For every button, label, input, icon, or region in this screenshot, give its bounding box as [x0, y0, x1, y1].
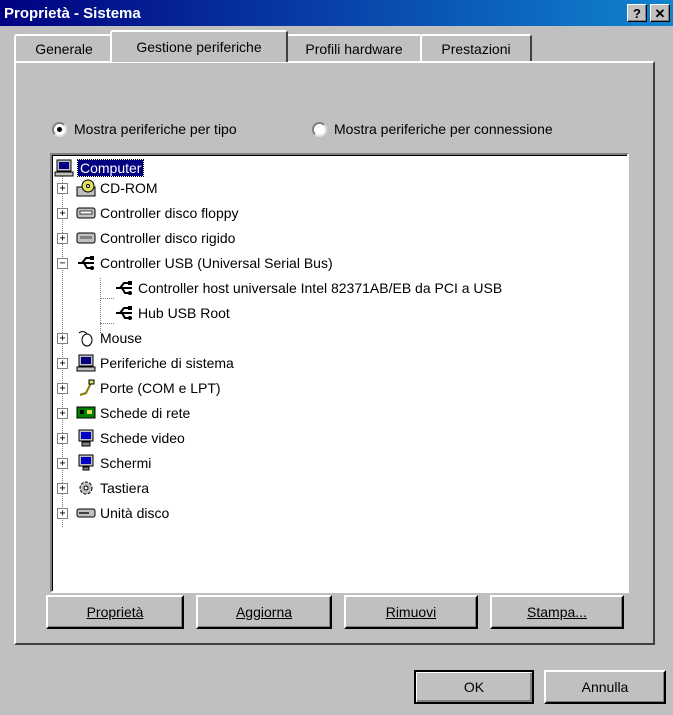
window-title: Proprietà - Sistema: [4, 4, 141, 22]
expand-icon[interactable]: +: [57, 183, 68, 194]
tree-item-label: Tastiera: [100, 480, 150, 496]
tree-item[interactable]: CD-ROM: [76, 177, 158, 199]
tree-item[interactable]: Controller USB (Universal Serial Bus): [76, 252, 333, 274]
device-manager-panel: Mostra periferiche per tipo Mostra perif…: [14, 61, 655, 645]
tree-child-item[interactable]: Hub USB Root: [114, 302, 230, 324]
tab-prestazioni[interactable]: Prestazioni: [420, 34, 532, 62]
tree-item[interactable]: Periferiche di sistema: [76, 352, 234, 374]
properties-label: Proprietà: [86, 604, 144, 620]
expand-icon[interactable]: +: [57, 458, 68, 469]
system-devices-icon: [76, 354, 96, 372]
tab-generale[interactable]: Generale: [14, 34, 114, 62]
tree-item-label: Porte (COM e LPT): [100, 380, 221, 396]
expand-icon[interactable]: +: [57, 433, 68, 444]
tree-item-label: Unità disco: [100, 505, 170, 521]
tab-gestione-periferiche[interactable]: Gestione periferiche: [110, 30, 288, 62]
ports-icon: [79, 379, 95, 396]
video-card-icon: [78, 429, 94, 447]
print-label: Stampa...: [527, 604, 587, 620]
expand-icon[interactable]: +: [57, 483, 68, 494]
floppy-controller-icon: [76, 207, 96, 219]
tree-item[interactable]: Schermi: [76, 452, 151, 474]
tree-item[interactable]: Mouse: [76, 327, 142, 349]
tree-item-label: CD-ROM: [100, 180, 158, 196]
radio-by-connection[interactable]: [312, 121, 327, 137]
usb-icon: [116, 281, 132, 295]
remove-label: Rimuovi: [385, 604, 437, 620]
cancel-button[interactable]: Annulla: [544, 670, 666, 704]
usb-icon: [116, 306, 132, 320]
tree-root-computer[interactable]: Computer: [54, 157, 145, 179]
computer-icon: [54, 159, 74, 177]
tree-item-label: Controller USB (Universal Serial Bus): [100, 255, 333, 271]
tree-item[interactable]: Controller disco floppy: [76, 202, 239, 224]
tree-line: [100, 298, 114, 299]
tree-item-label: Schermi: [100, 455, 152, 471]
refresh-label: Aggiorna: [235, 604, 293, 620]
disk-drive-icon: [76, 508, 96, 518]
cancel-label: Annulla: [581, 679, 629, 695]
tree-item-label: Periferiche di sistema: [100, 355, 234, 371]
collapse-icon[interactable]: −: [57, 258, 68, 269]
tab-profili-hardware[interactable]: Profili hardware: [286, 34, 422, 62]
expand-icon[interactable]: +: [57, 233, 68, 244]
tree-item[interactable]: Unità disco: [76, 502, 169, 524]
close-button[interactable]: ✕: [650, 4, 670, 22]
mouse-icon: [78, 331, 93, 347]
tree-child-item[interactable]: Controller host universale Intel 82371AB…: [114, 277, 502, 299]
view-by-type-option[interactable]: Mostra periferiche per tipo: [52, 121, 237, 137]
tree-item[interactable]: Porte (COM e LPT): [76, 377, 221, 399]
tree-item[interactable]: Schede di rete: [76, 402, 190, 424]
ok-button[interactable]: OK: [414, 670, 534, 704]
tree-root-label: Computer: [76, 159, 145, 177]
usb-icon: [78, 256, 94, 270]
tree-item-label: Controller disco rigido: [100, 230, 236, 246]
expand-icon[interactable]: +: [57, 508, 68, 519]
refresh-button[interactable]: Aggiorna: [196, 595, 332, 629]
tree-item-label: Schede video: [100, 430, 185, 446]
monitor-icon: [78, 454, 94, 471]
tree-item[interactable]: Tastiera: [76, 477, 149, 499]
title-bar[interactable]: Proprietà - Sistema ? ✕: [0, 0, 673, 26]
properties-button[interactable]: Proprietà: [46, 595, 184, 629]
tree-item-label: Controller host universale Intel 82371AB…: [138, 280, 503, 296]
expand-icon[interactable]: +: [57, 408, 68, 419]
tree-line: [100, 278, 101, 333]
remove-button[interactable]: Rimuovi: [344, 595, 478, 629]
tree-item-label: Schede di rete: [100, 405, 191, 421]
view-by-type-label: Mostra periferiche per tipo: [74, 121, 237, 137]
keyboard-icon: [79, 481, 93, 495]
view-by-connection-option[interactable]: Mostra periferiche per connessione: [312, 121, 553, 137]
tree-item-label: Controller disco floppy: [100, 205, 239, 221]
device-tree[interactable]: Computer + CD-ROM + Controller disco flo…: [50, 153, 629, 593]
expand-icon[interactable]: +: [57, 358, 68, 369]
ok-label: OK: [463, 679, 485, 695]
tree-item[interactable]: Schede video: [76, 427, 185, 449]
tree-line: [100, 323, 114, 324]
help-button[interactable]: ?: [627, 4, 647, 22]
cdrom-icon: [76, 179, 96, 197]
network-card-icon: [76, 406, 96, 419]
print-button[interactable]: Stampa...: [490, 595, 624, 629]
expand-icon[interactable]: +: [57, 208, 68, 219]
tree-item[interactable]: Controller disco rigido: [76, 227, 235, 249]
view-by-connection-label: Mostra periferiche per connessione: [334, 121, 553, 137]
tree-item-label: Hub USB Root: [138, 305, 230, 321]
radio-by-type[interactable]: [52, 121, 67, 137]
tree-item-label: Mouse: [100, 330, 143, 346]
hard-disk-controller-icon: [76, 232, 96, 244]
expand-icon[interactable]: +: [57, 333, 68, 344]
tree-line: [62, 175, 63, 527]
expand-icon[interactable]: +: [57, 383, 68, 394]
